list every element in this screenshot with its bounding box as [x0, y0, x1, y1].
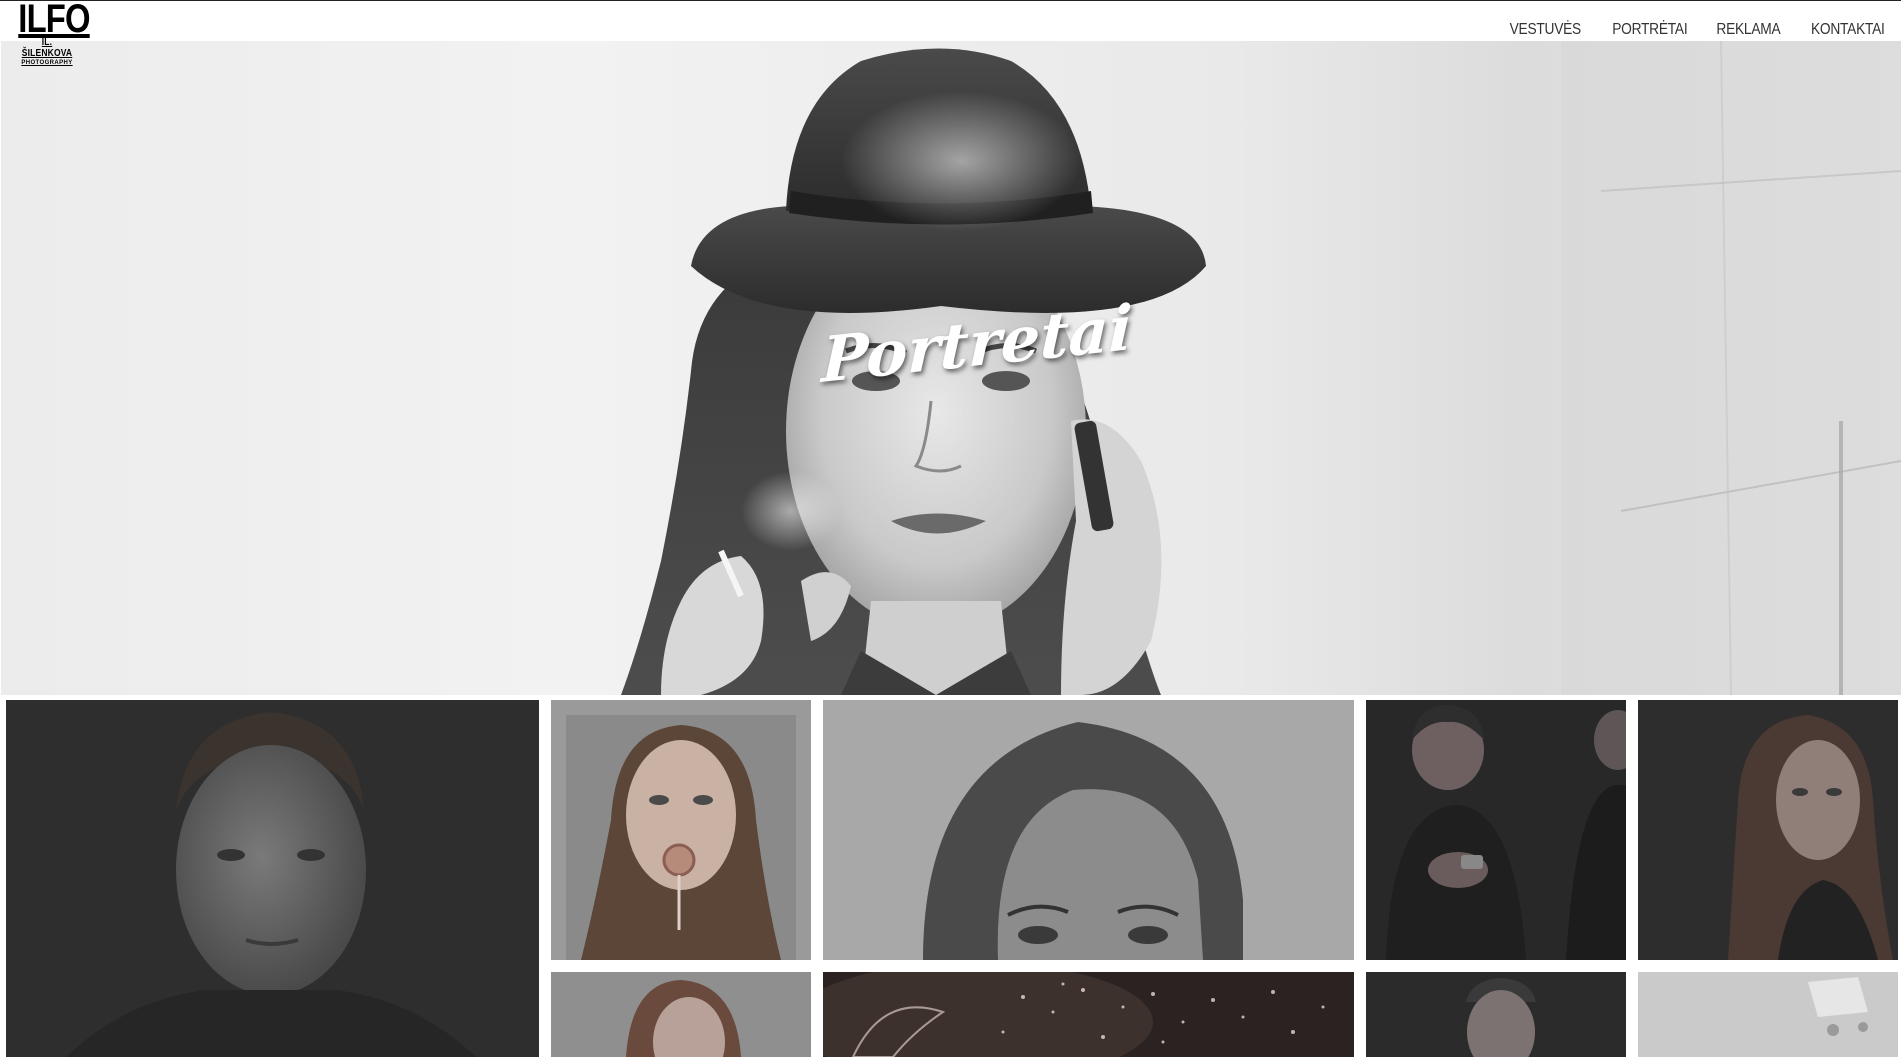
gallery-photo-girl-red-hair[interactable]	[551, 972, 811, 1057]
logo-sub-text: IL. ŠILENKOVA	[21, 37, 73, 59]
gallery-photo-man-dark[interactable]	[1366, 972, 1626, 1057]
gallery-photo-woman-closeup[interactable]	[823, 700, 1354, 960]
woman-long-hair-image	[1638, 700, 1898, 960]
man-dark-image	[1366, 972, 1626, 1057]
gallery-photo-bathroom[interactable]	[1638, 972, 1898, 1057]
girl-red-hair-image	[551, 972, 811, 1057]
bathroom-image	[1638, 972, 1898, 1057]
site-logo[interactable]: ILFO IL. ŠILENKOVA PHOTOGRAPHY	[12, 0, 90, 66]
main-nav: VESTUVĖS PORTRĖTAI REKLAMA KONTAKTAI	[1498, 21, 1885, 39]
nav-item-kontaktai[interactable]: KONTAKTAI	[1811, 21, 1885, 39]
gallery-photo-woman-long-hair[interactable]	[1638, 700, 1898, 960]
site-header: ILFO IL. ŠILENKOVA PHOTOGRAPHY VESTUVĖS …	[0, 0, 1901, 66]
page: ILFO IL. ŠILENKOVA PHOTOGRAPHY VESTUVĖS …	[0, 0, 1901, 1057]
girl-lollipop-image	[551, 700, 811, 960]
nav-item-portretai[interactable]: PORTRĖTAI	[1612, 21, 1687, 39]
logo-main-text: ILFO	[18, 0, 90, 41]
man-portrait-image	[6, 700, 539, 1057]
hero-banner: Portretai	[1, 41, 1901, 695]
gallery-photo-girl-lollipop[interactable]	[551, 700, 811, 960]
gallery-photo-sparkle-lights[interactable]	[823, 972, 1354, 1057]
two-men-image	[1366, 700, 1626, 960]
woman-closeup-image	[823, 700, 1354, 960]
logo-tagline: PHOTOGRAPHY	[21, 60, 73, 66]
nav-item-reklama[interactable]: REKLAMA	[1716, 21, 1780, 39]
gallery-photo-two-men[interactable]	[1366, 700, 1626, 960]
gallery-photo-man-portrait[interactable]	[6, 700, 539, 1057]
sparkle-lights-image	[823, 972, 1354, 1057]
nav-item-vestuves[interactable]: VESTUVĖS	[1509, 21, 1581, 39]
